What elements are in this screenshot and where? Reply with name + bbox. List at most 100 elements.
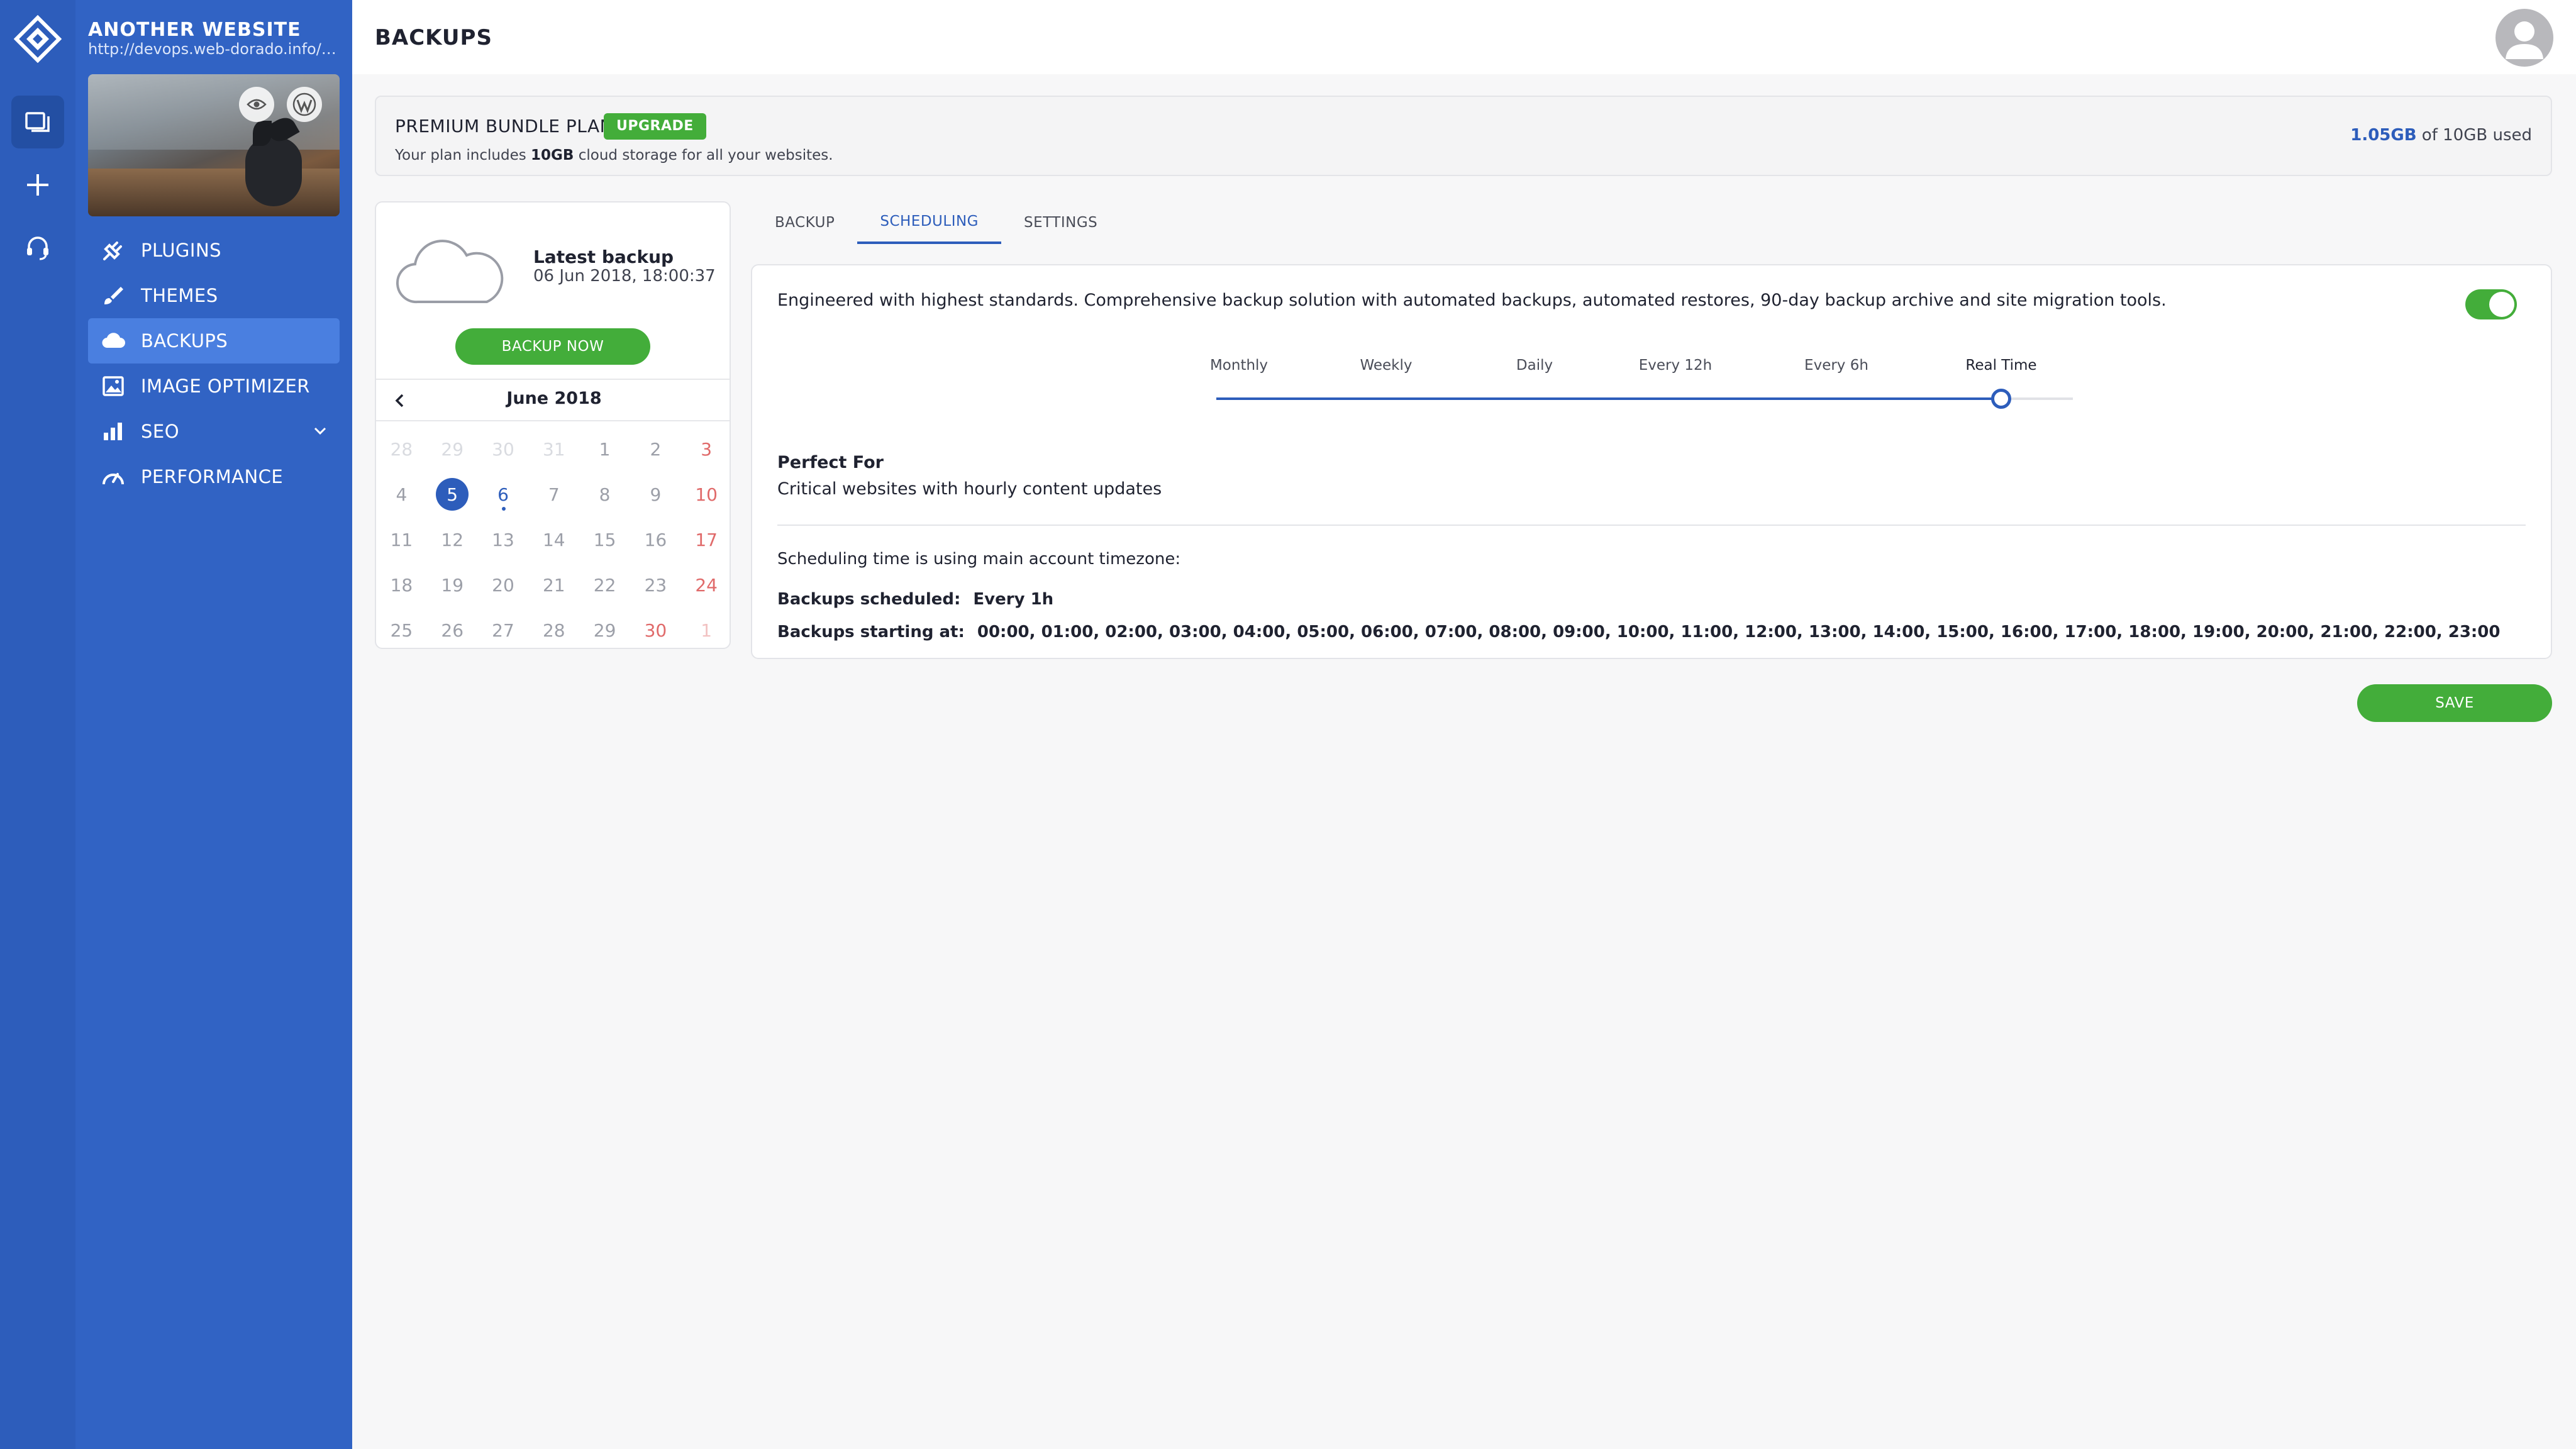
calendar-day[interactable]: 11 — [376, 517, 427, 562]
calendar-day[interactable]: 22 — [579, 562, 630, 608]
slider-fill — [1216, 397, 2001, 400]
support-button[interactable] — [11, 221, 64, 274]
calendar-day[interactable]: 30 — [630, 608, 681, 648]
sidebar: ANOTHER WEBSITE http://devops.web-dorado… — [75, 0, 352, 1449]
frequency-option[interactable]: Every 6h — [1804, 357, 1868, 374]
backups-scheduled-row: Backups scheduled: Every 1h — [777, 590, 1053, 609]
calendar-day[interactable]: 15 — [579, 517, 630, 562]
frequency-labels: Monthly Weekly Daily Every 12h Every 6h Real … — [1192, 357, 2073, 380]
calendar-day[interactable]: 17 — [681, 517, 730, 562]
calendar-day[interactable]: 24 — [681, 562, 730, 608]
backups-starting-row: Backups starting at: 00:00, 01:00, 02:00,… — [777, 623, 2501, 641]
calendar-day-selected[interactable]: 5 — [427, 472, 478, 517]
frequency-option[interactable]: Weekly — [1360, 357, 1412, 374]
site-url[interactable]: http://devops.web-dorado.info/Na... — [88, 40, 340, 58]
frequency-option[interactable]: Every 12h — [1639, 357, 1713, 374]
thumbnail-table — [88, 169, 340, 216]
calendar-day[interactable]: 29 — [579, 608, 630, 648]
backups-scheduled-value: Every 1h — [973, 590, 1054, 609]
sidebar-item-label: PERFORMANCE — [141, 466, 284, 487]
calendar-day[interactable]: 2 — [630, 426, 681, 472]
tab-scheduling[interactable]: SCHEDULING — [857, 201, 1001, 244]
sidebar-item-label: PLUGINS — [141, 240, 222, 261]
calendar-month: June 2018 — [506, 389, 602, 408]
image-icon — [99, 372, 127, 400]
sidebar-item-plugins[interactable]: PLUGINS — [88, 228, 340, 273]
calendar-day[interactable]: 13 — [478, 517, 529, 562]
calendar-day[interactable]: 8 — [579, 472, 630, 517]
calendar-day[interactable]: 9 — [630, 472, 681, 517]
calendar-day[interactable]: 19 — [427, 562, 478, 608]
calendar-day[interactable]: 27 — [478, 608, 529, 648]
site-thumbnail[interactable] — [88, 74, 340, 216]
user-avatar[interactable] — [2496, 9, 2553, 67]
slider-handle[interactable] — [1991, 389, 2011, 409]
calendar-day[interactable]: 31 — [528, 426, 579, 472]
eye-icon — [247, 99, 267, 110]
plan-description: Your plan includes 10GB cloud storage fo… — [395, 147, 833, 164]
add-website-button[interactable] — [11, 158, 64, 211]
sidebar-item-seo[interactable]: SEO — [88, 409, 340, 454]
plug-icon — [99, 236, 127, 264]
support-icon — [27, 236, 48, 260]
calendar-day[interactable]: 26 — [427, 608, 478, 648]
backup-enabled-toggle[interactable] — [2465, 289, 2517, 319]
calendar-day[interactable]: 3 — [681, 426, 730, 472]
calendar-day[interactable]: 4 — [376, 472, 427, 517]
calendar-day[interactable]: 6 — [478, 472, 529, 517]
sidebar-nav: PLUGINS THEMES BACKUPS IMAGE OPTIMIZER S… — [88, 228, 340, 499]
backup-now-button[interactable]: BACKUP NOW — [455, 328, 650, 365]
sidebar-item-performance[interactable]: PERFORMANCE — [88, 454, 340, 499]
brush-icon — [99, 282, 127, 309]
save-button[interactable]: SAVE — [2357, 684, 2552, 722]
app-rail — [0, 0, 75, 1449]
perfect-for-text: Critical websites with hourly content up… — [777, 479, 1162, 499]
site-name: ANOTHER WEBSITE — [88, 19, 301, 41]
divider — [777, 525, 2526, 526]
frequency-option[interactable]: Real Time — [1965, 357, 2036, 374]
sidebar-item-backups[interactable]: BACKUPS — [88, 318, 340, 364]
calendar-day[interactable]: 20 — [478, 562, 529, 608]
calendar-day[interactable]: 16 — [630, 517, 681, 562]
wordpress-admin-button[interactable] — [287, 87, 322, 122]
calendar-day[interactable]: 29 — [427, 426, 478, 472]
calendar-day[interactable]: 12 — [427, 517, 478, 562]
calendar-day[interactable]: 1 — [681, 608, 730, 648]
bar-chart-icon — [99, 418, 127, 445]
frequency-option[interactable]: Daily — [1516, 357, 1553, 374]
thumbnail-plant-pot — [245, 137, 302, 206]
calendar-day[interactable]: 28 — [528, 608, 579, 648]
calendar-day[interactable]: 14 — [528, 517, 579, 562]
divider — [376, 420, 730, 421]
calendar-day[interactable]: 23 — [630, 562, 681, 608]
upgrade-button[interactable]: UPGRADE — [604, 113, 706, 140]
speedometer-icon — [99, 463, 127, 491]
calendar-grid: 28 29 30 31 1 2 3 4 5 6 7 8 9 10 11 12 13 14 15 16 17 18 19 20 2… — [376, 426, 730, 648]
calendar-day[interactable]: 21 — [528, 562, 579, 608]
frequency-slider[interactable] — [1216, 389, 2073, 409]
tab-backup[interactable]: BACKUP — [752, 201, 857, 244]
calendar-day[interactable]: 7 — [528, 472, 579, 517]
websites-button[interactable] — [11, 96, 64, 148]
logo-icon[interactable] — [14, 15, 62, 63]
chevron-down-icon[interactable] — [312, 423, 328, 439]
calendar-day[interactable]: 25 — [376, 608, 427, 648]
sidebar-item-label: SEO — [141, 421, 180, 442]
calendar-day[interactable]: 1 — [579, 426, 630, 472]
tab-settings[interactable]: SETTINGS — [1001, 201, 1120, 244]
sidebar-item-label: IMAGE OPTIMIZER — [141, 375, 310, 397]
calendar-day[interactable]: 28 — [376, 426, 427, 472]
user-icon — [2506, 21, 2543, 59]
storage-usage: 1.05GB of 10GB used — [2350, 126, 2532, 145]
calendar-day[interactable]: 18 — [376, 562, 427, 608]
sidebar-item-themes[interactable]: THEMES — [88, 273, 340, 318]
page-title: BACKUPS — [375, 25, 492, 50]
calendar-day[interactable]: 10 — [681, 472, 730, 517]
websites-icon — [25, 112, 50, 132]
cloud-icon — [99, 327, 127, 355]
calendar-day[interactable]: 30 — [478, 426, 529, 472]
frequency-option[interactable]: Monthly — [1210, 357, 1268, 374]
preview-button[interactable] — [239, 87, 274, 122]
divider — [376, 379, 730, 380]
sidebar-item-image-optimizer[interactable]: IMAGE OPTIMIZER — [88, 364, 340, 409]
